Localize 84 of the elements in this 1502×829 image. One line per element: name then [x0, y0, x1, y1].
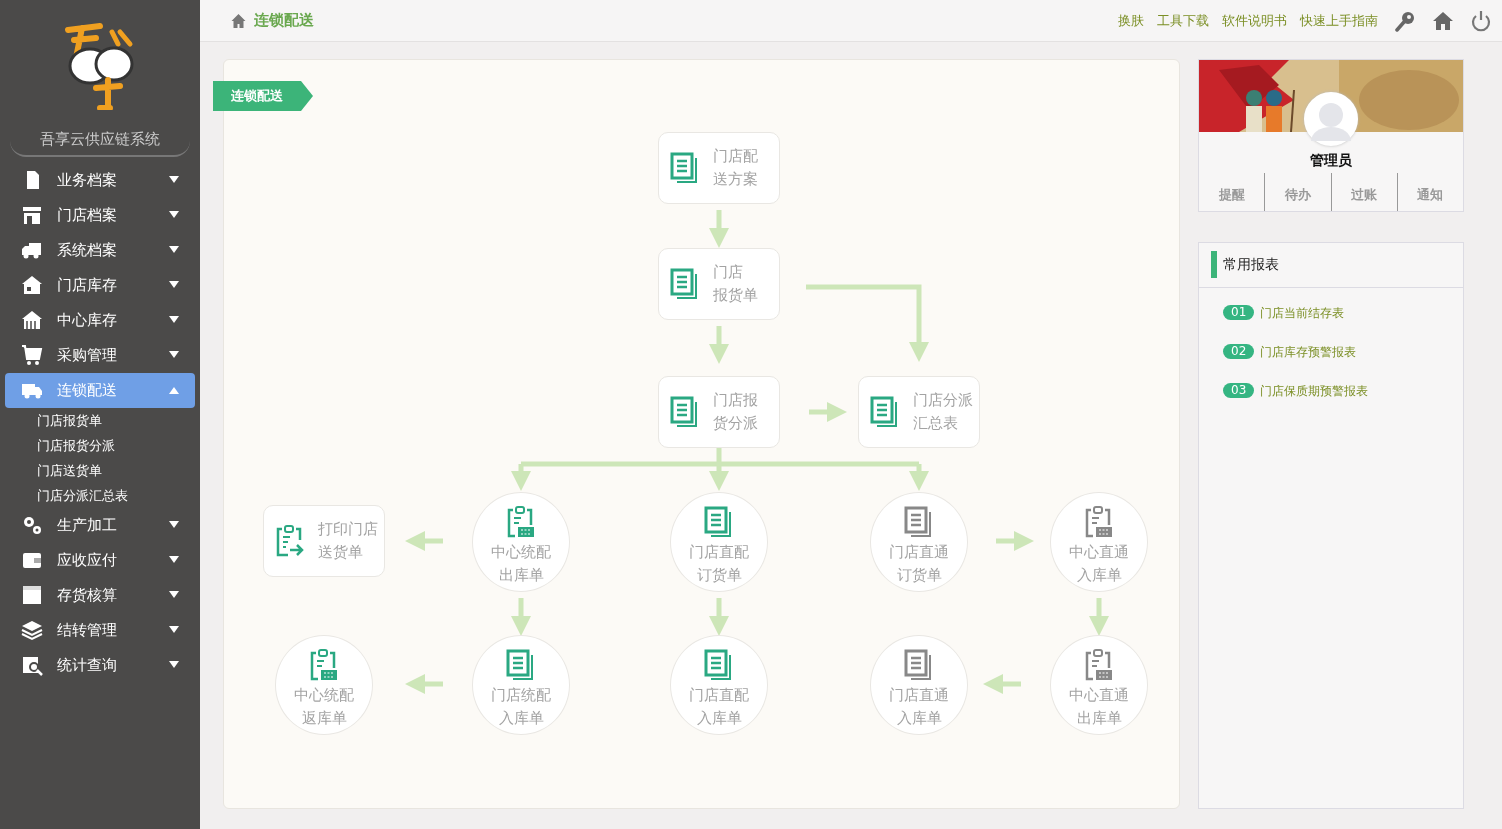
caret-icon [169, 351, 179, 359]
menu-item[interactable]: 统计查询 [5, 647, 195, 683]
flow-node[interactable]: 中心统配 出库单 [472, 492, 570, 592]
header-link[interactable]: 工具下载 [1157, 10, 1209, 31]
flow-node[interactable]: 门店分派 汇总表 [858, 376, 980, 448]
menu-item[interactable]: 应收应付 [5, 542, 195, 578]
flow-arrow [511, 598, 531, 636]
flow-node[interactable]: 门店直通 入库单 [870, 635, 968, 735]
flow-arrow [405, 674, 443, 694]
report-link[interactable]: 门店库存预警报表 [1260, 342, 1357, 361]
flow-node[interactable]: 中心直通 出库单 [1050, 635, 1148, 735]
submenu-item[interactable]: 门店分派汇总表 [0, 482, 200, 508]
menu-item[interactable]: 门店库存 [5, 267, 195, 303]
flow-arrow [1089, 598, 1109, 636]
flow-arrow [709, 598, 729, 636]
panel-title: 常用报表 [1223, 255, 1279, 274]
home-icon[interactable] [1432, 9, 1454, 32]
header-link[interactable]: 换肤 [1118, 10, 1144, 31]
flow-arrow [996, 531, 1034, 551]
flow-arrow [709, 326, 729, 364]
flow-arrow [709, 210, 729, 248]
flow-arrow [983, 674, 1021, 694]
caret-icon [169, 591, 179, 599]
flow-arrow [809, 402, 847, 422]
submenu-item[interactable]: 门店报货单 [0, 407, 200, 433]
caret-icon [169, 386, 179, 394]
flow-node[interactable]: 门店报 货分派 [658, 376, 780, 448]
caret-icon [169, 246, 179, 254]
caret-icon [169, 626, 179, 634]
profile-tab[interactable]: 提醒 [1199, 173, 1265, 211]
flow-node[interactable]: 门店直配 订货单 [670, 492, 768, 592]
box-icon [21, 584, 43, 606]
report-link[interactable]: 门店保质期预警报表 [1260, 381, 1369, 400]
report-number: 03 [1223, 383, 1255, 398]
cart-icon [21, 344, 43, 366]
menu-item[interactable]: 采购管理 [5, 337, 195, 373]
flow-node[interactable]: 中心直通 入库单 [1050, 492, 1148, 592]
report-search-icon [21, 654, 43, 676]
flow-node[interactable]: 中心统配 返库单 [275, 635, 373, 735]
section-tag: 连锁配送 [213, 81, 313, 111]
report-number: 02 [1223, 344, 1255, 359]
report-link[interactable]: 门店当前结存表 [1260, 303, 1345, 322]
menu-item[interactable]: 系统档案 [5, 232, 195, 268]
flow-node[interactable]: 门店直配 入库单 [670, 635, 768, 735]
header-link[interactable]: 快速上手指南 [1300, 10, 1378, 31]
menu-item[interactable]: 中心库存 [5, 302, 195, 338]
menu-item[interactable]: 连锁配送 [5, 372, 195, 408]
house-icon [21, 274, 43, 296]
building-icon [21, 309, 43, 331]
caret-icon [169, 521, 179, 529]
profile-tab[interactable]: 过账 [1330, 173, 1397, 211]
report-number: 01 [1223, 305, 1255, 320]
menu-item[interactable]: 生产加工 [5, 507, 195, 543]
profile-tab[interactable]: 通知 [1396, 173, 1463, 211]
header-link[interactable]: 软件说明书 [1222, 10, 1287, 31]
flow-node[interactable]: 门店配 送方案 [658, 132, 780, 204]
submenu-item[interactable]: 门店送货单 [0, 457, 200, 483]
key-icon[interactable] [1394, 9, 1416, 32]
system-name: 吾享云供应链系统 [10, 122, 190, 157]
caret-icon [169, 556, 179, 564]
menu-item[interactable]: 结转管理 [5, 612, 195, 648]
menu-item[interactable]: 门店档案 [5, 197, 195, 233]
power-icon[interactable] [1470, 9, 1492, 32]
flow-node[interactable]: 门店 报货单 [658, 248, 780, 320]
gears-icon [21, 514, 43, 536]
flow-node[interactable]: 门店统配 入库单 [472, 635, 570, 735]
menu-item[interactable]: 业务档案 [5, 162, 195, 198]
flow-node[interactable]: 打印门店 送货单 [263, 505, 385, 577]
flow-node[interactable]: 门店直通 订货单 [870, 492, 968, 592]
layers-icon [21, 619, 43, 641]
submenu-item[interactable]: 门店报货分派 [0, 432, 200, 458]
caret-icon [169, 211, 179, 219]
caret-icon [169, 176, 179, 184]
user-name: 管理员 [1309, 151, 1353, 170]
profile-tab[interactable]: 待办 [1264, 173, 1331, 211]
title-accent-bar [1211, 251, 1217, 278]
flow-arrow [405, 531, 443, 551]
menu-item[interactable]: 存货核算 [5, 577, 195, 613]
store-icon [21, 204, 43, 226]
caret-icon [169, 316, 179, 324]
breadcrumb: 连锁配送 [254, 10, 314, 32]
home-icon [230, 12, 247, 29]
caret-icon [169, 661, 179, 669]
caret-icon [169, 281, 179, 289]
